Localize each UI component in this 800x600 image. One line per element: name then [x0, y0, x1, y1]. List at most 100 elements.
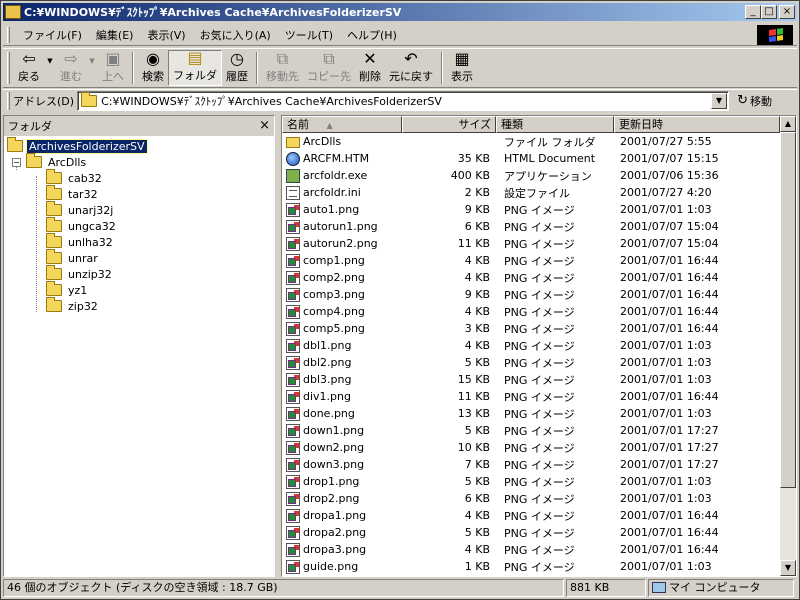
copy-to-button[interactable]: ⧉ コピー先 [303, 50, 355, 86]
tree-folder-ungca32[interactable]: ungca32 [46, 217, 118, 234]
table-row[interactable]: autorun1.png 6 KB PNG イメージ 2001/07/07 15:04 [282, 218, 780, 235]
menu-favorites[interactable]: お気に入り(A) [193, 25, 278, 45]
table-row[interactable]: dbl1.png 4 KB PNG イメージ 2001/07/01 1:03 [282, 337, 780, 354]
exe-file-icon [286, 168, 300, 183]
table-row[interactable]: dbl3.png 15 KB PNG イメージ 2001/07/01 1:03 [282, 371, 780, 388]
forward-arrow-icon: ⇨ [64, 49, 78, 68]
close-pane-icon[interactable]: × [259, 118, 270, 133]
go-button[interactable]: ↻ 移動 [737, 93, 772, 109]
file-name: comp4.png [303, 305, 365, 318]
menu-grip[interactable] [7, 26, 10, 43]
table-row[interactable]: down3.png 7 KB PNG イメージ 2001/07/01 17:27 [282, 456, 780, 473]
tree-folder-zip32[interactable]: zip32 [46, 297, 100, 314]
forward-button[interactable]: ⇨ 進む [56, 50, 86, 86]
tree-folder-cab32[interactable]: cab32 [46, 169, 104, 186]
views-button[interactable]: ▦ 表示 [447, 50, 477, 86]
vertical-scrollbar[interactable]: ▲ ▼ [780, 116, 796, 576]
menu-help[interactable]: ヘルプ(H) [340, 25, 404, 45]
scroll-thumb[interactable] [780, 132, 796, 488]
table-row[interactable]: comp1.png 4 KB PNG イメージ 2001/07/01 16:44 [282, 252, 780, 269]
folder-icon [46, 185, 62, 200]
table-row[interactable]: autorun2.png 11 KB PNG イメージ 2001/07/07 15:0… [282, 235, 780, 252]
undo-button[interactable]: ↶ 元に戻す [385, 50, 437, 86]
file-name: ARCFM.HTM [303, 152, 370, 165]
table-row[interactable]: down1.png 5 KB PNG イメージ 2001/07/01 17:27 [282, 422, 780, 439]
table-row[interactable]: arcfoldr.exe 400 KB アプリケーション 2001/07/06 15:… [282, 167, 780, 184]
move-to-button[interactable]: ⧉ 移動先 [262, 50, 303, 86]
tree-folder-unlha32[interactable]: unlha32 [46, 233, 115, 250]
file-rows: ArcDlls ファイル フォルダ 2001/07/27 5:55 ARCFM.HTM… [282, 133, 780, 575]
back-dropdown-icon[interactable]: ▼ [44, 57, 56, 65]
toolbar-grip[interactable] [7, 52, 10, 84]
png-file-icon [286, 287, 300, 302]
maximize-button[interactable]: □ [761, 5, 777, 19]
sort-ascending-icon: ▲ [326, 121, 333, 130]
file-type: PNG イメージ [504, 492, 575, 506]
table-row[interactable]: dropa1.png 4 KB PNG イメージ 2001/07/01 16:44 [282, 507, 780, 524]
column-date-header[interactable]: 更新日時 [614, 116, 780, 133]
table-row[interactable]: guide.png 1 KB PNG イメージ 2001/07/01 1:03 [282, 558, 780, 575]
png-file-icon [286, 542, 300, 557]
tree-folder-tar32[interactable]: tar32 [46, 185, 100, 202]
address-input[interactable]: C:¥WINDOWS¥ﾃﾞｽｸﾄｯﾌﾟ¥Archives Cache¥Archi… [77, 90, 730, 111]
table-row[interactable]: down2.png 10 KB PNG イメージ 2001/07/01 17:27 [282, 439, 780, 456]
tree-root-folder[interactable]: ArchivesFolderizerSV [7, 137, 148, 154]
menu-file[interactable]: ファイル(F) [16, 25, 89, 45]
table-row[interactable]: comp4.png 4 KB PNG イメージ 2001/07/01 16:44 [282, 303, 780, 320]
file-type: PNG イメージ [504, 271, 575, 285]
table-row[interactable]: ArcDlls ファイル フォルダ 2001/07/27 5:55 [282, 133, 780, 150]
menu-view[interactable]: 表示(V) [140, 25, 192, 45]
column-name-label: 名前 [287, 118, 309, 131]
title-bar[interactable]: C:¥WINDOWS¥ﾃﾞｽｸﾄｯﾌﾟ¥Archives Cache¥Archi… [3, 3, 797, 21]
file-type: PNG イメージ [504, 288, 575, 302]
tree-folder-unrar[interactable]: unrar [46, 249, 100, 266]
table-row[interactable]: arcfoldr.ini 2 KB 設定ファイル 2001/07/27 4:20 [282, 184, 780, 201]
table-row[interactable]: comp3.png 9 KB PNG イメージ 2001/07/01 16:44 [282, 286, 780, 303]
file-date: 2001/07/01 16:44 [620, 271, 719, 284]
address-grip[interactable] [7, 91, 10, 110]
folders-button[interactable]: ▤ フォルダ [168, 49, 222, 86]
file-name-cell: arcfoldr.ini [282, 185, 402, 200]
minimize-button[interactable]: _ [745, 5, 761, 19]
back-arrow-icon: ⇦ [22, 49, 36, 68]
column-size-header[interactable]: サイズ [402, 116, 496, 133]
table-row[interactable]: drop2.png 6 KB PNG イメージ 2001/07/01 1:03 [282, 490, 780, 507]
table-row[interactable]: comp2.png 4 KB PNG イメージ 2001/07/01 16:44 [282, 269, 780, 286]
back-button[interactable]: ⇦ 戻る [14, 50, 44, 86]
address-dropdown-icon[interactable]: ▼ [711, 92, 728, 109]
file-name: drop1.png [303, 475, 360, 488]
delete-button[interactable]: ✕ 削除 [355, 50, 385, 86]
tree-folder-arcdlls[interactable]: ArcDlls [26, 153, 88, 170]
table-row[interactable]: ARCFM.HTM 35 KB HTML Document 2001/07/07 15… [282, 150, 780, 167]
history-button[interactable]: ◷ 履歴 [222, 50, 252, 86]
folder-open-icon [7, 137, 23, 152]
scroll-up-button[interactable]: ▲ [780, 116, 796, 132]
views-label: 表示 [451, 70, 473, 83]
png-file-icon [286, 559, 300, 574]
table-row[interactable]: auto1.png 9 KB PNG イメージ 2001/07/01 1:03 [282, 201, 780, 218]
folder-app-icon [5, 5, 21, 19]
search-button[interactable]: ◉ 検索 [138, 50, 168, 86]
menu-tools[interactable]: ツール(T) [278, 25, 340, 45]
tree-folder-unarj32j[interactable]: unarj32j [46, 201, 115, 218]
table-row[interactable]: comp5.png 3 KB PNG イメージ 2001/07/01 16:44 [282, 320, 780, 337]
file-size: 15 KB [457, 373, 490, 386]
up-button[interactable]: ▣ 上へ [98, 50, 128, 86]
file-name: drop2.png [303, 492, 360, 505]
table-row[interactable]: dbl2.png 5 KB PNG イメージ 2001/07/01 1:03 [282, 354, 780, 371]
column-type-header[interactable]: 種類 [496, 116, 614, 133]
collapse-icon[interactable]: − [12, 158, 21, 167]
table-row[interactable]: div1.png 11 KB PNG イメージ 2001/07/01 16:44 [282, 388, 780, 405]
forward-dropdown-icon[interactable]: ▼ [86, 57, 98, 65]
tree-folder-yz1[interactable]: yz1 [46, 281, 89, 298]
table-row[interactable]: dropa3.png 4 KB PNG イメージ 2001/07/01 16:44 [282, 541, 780, 558]
table-row[interactable]: drop1.png 5 KB PNG イメージ 2001/07/01 1:03 [282, 473, 780, 490]
close-button[interactable]: × [779, 5, 795, 19]
table-row[interactable]: dropa2.png 5 KB PNG イメージ 2001/07/01 16:44 [282, 524, 780, 541]
file-type: PNG イメージ [504, 339, 575, 353]
table-row[interactable]: done.png 13 KB PNG イメージ 2001/07/01 1:03 [282, 405, 780, 422]
tree-folder-unzip32[interactable]: unzip32 [46, 265, 114, 282]
menu-edit[interactable]: 編集(E) [89, 25, 141, 45]
column-name-header[interactable]: 名前 ▲ [282, 116, 402, 133]
scroll-down-button[interactable]: ▼ [780, 560, 796, 576]
